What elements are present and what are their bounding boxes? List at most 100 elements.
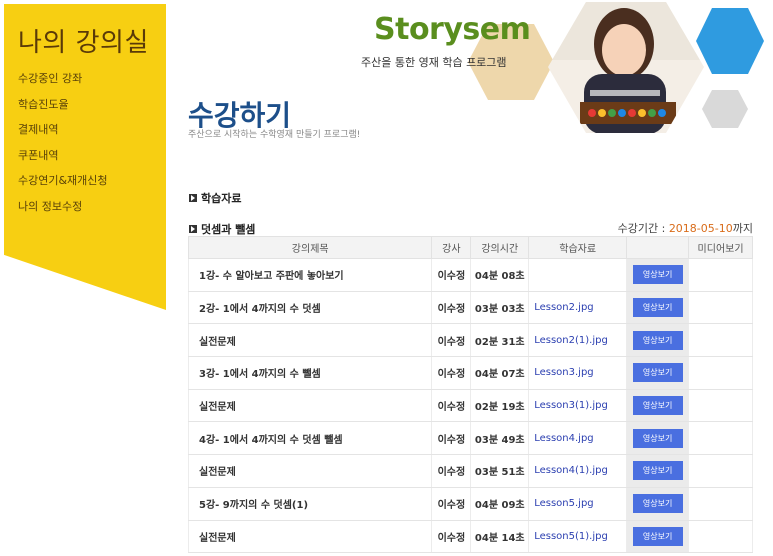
- video-button-cell: 영상보기: [626, 421, 690, 456]
- table-row: 1강- 수 알아보고 주판에 놓아보기 이수정 04분 08초 영상보기: [187, 258, 753, 292]
- lesson-material-cell: Lesson2.jpg: [528, 291, 628, 325]
- material-file-link[interactable]: Lesson3.jpg: [534, 367, 593, 378]
- sidebar-menu: 수강중인 강좌 학습진도율 결제내역 쿠폰내역 수강연기&재개신청 나의 정보수…: [18, 72, 108, 225]
- lesson-tutor: 이수정: [431, 520, 472, 554]
- lesson-material-cell: Lesson5.jpg: [528, 487, 628, 521]
- lesson-duration: 02분 31초: [470, 323, 530, 358]
- lesson-tutor: 이수정: [431, 421, 472, 456]
- video-button-cell: 영상보기: [626, 520, 690, 554]
- media-view-cell: [688, 487, 753, 521]
- column-header-time: 강의시간: [470, 236, 530, 259]
- lesson-title: 5강- 9까지의 수 덧셈(1): [187, 487, 433, 521]
- video-button-cell: 영상보기: [626, 356, 690, 390]
- media-view-cell: [688, 454, 753, 488]
- table-header-row: 강의제목 강사 강의시간 학습자료 미디어보기: [187, 236, 753, 259]
- table-row: 실전문제 이수정 02분 31초 Lesson2(1).jpg 영상보기: [187, 323, 753, 358]
- lesson-duration: 03분 03초: [470, 291, 530, 325]
- bullet-icon: [189, 225, 197, 233]
- sidebar-title: 나의 강의실: [18, 28, 149, 58]
- sidebar: 나의 강의실 수강중인 강좌 학습진도율 결제내역 쿠폰내역 수강연기&재개신청…: [0, 0, 170, 556]
- lesson-material-cell: Lesson5(1).jpg: [528, 520, 628, 554]
- lesson-title: 실전문제: [187, 323, 433, 358]
- lesson-tutor: 이수정: [431, 291, 472, 325]
- sidebar-item-coupons[interactable]: 쿠폰내역: [18, 149, 108, 175]
- media-view-cell: [688, 356, 753, 390]
- lesson-title: 실전문제: [187, 520, 433, 554]
- sidebar-item-payments[interactable]: 결제내역: [18, 123, 108, 149]
- lesson-duration: 04분 09초: [470, 487, 530, 521]
- lesson-title: 1강- 수 알아보고 주판에 놓아보기: [187, 258, 433, 292]
- sidebar-item-postpone[interactable]: 수강연기&재개신청: [18, 174, 108, 200]
- column-header-material: 학습자료: [528, 236, 628, 259]
- lesson-tutor: 이수정: [431, 258, 472, 292]
- watch-video-button[interactable]: 영상보기: [632, 265, 683, 285]
- media-view-cell: [688, 389, 753, 423]
- video-button-cell: 영상보기: [626, 454, 690, 488]
- lesson-material-cell: Lesson4.jpg: [528, 421, 628, 456]
- table-row: 실전문제 이수정 03분 51초 Lesson4(1).jpg 영상보기: [187, 454, 753, 488]
- table-row: 실전문제 이수정 04분 14초 Lesson5(1).jpg 영상보기: [187, 520, 753, 554]
- watch-video-button[interactable]: 영상보기: [632, 461, 683, 481]
- video-button-cell: 영상보기: [626, 389, 690, 423]
- watch-video-button[interactable]: 영상보기: [632, 298, 683, 318]
- sidebar-item-current-courses[interactable]: 수강중인 강좌: [18, 72, 108, 98]
- watch-video-button[interactable]: 영상보기: [632, 526, 683, 546]
- watch-video-button[interactable]: 영상보기: [632, 396, 683, 416]
- column-header-tutor: 강사: [431, 236, 472, 259]
- material-file-link[interactable]: Lesson5.jpg: [534, 498, 593, 509]
- page-header: Storysem 주산을 통한 영재 학습 프로그램 수강하기 주산으로 시작하…: [188, 0, 773, 145]
- lesson-material-cell: [528, 258, 628, 292]
- lesson-tutor: 이수정: [431, 323, 472, 358]
- video-button-cell: 영상보기: [626, 258, 690, 292]
- lesson-material-cell: Lesson4(1).jpg: [528, 454, 628, 488]
- material-file-link[interactable]: Lesson4.jpg: [534, 433, 593, 444]
- lesson-material-cell: Lesson3(1).jpg: [528, 389, 628, 423]
- lesson-duration: 04분 07초: [470, 356, 530, 390]
- material-file-link[interactable]: Lesson2.jpg: [534, 302, 593, 313]
- lesson-title: 4강- 1에서 4까지의 수 덧셈 뺄셈: [187, 421, 433, 456]
- storysem-logo: Storysem: [374, 12, 531, 47]
- lesson-tutor: 이수정: [431, 389, 472, 423]
- sidebar-item-profile[interactable]: 나의 정보수정: [18, 200, 108, 226]
- table-row: 실전문제 이수정 02분 19초 Lesson3(1).jpg 영상보기: [187, 389, 753, 423]
- column-header-title: 강의제목: [187, 236, 433, 259]
- video-button-cell: 영상보기: [626, 487, 690, 521]
- watch-video-button[interactable]: 영상보기: [632, 330, 683, 350]
- table-row: 3강- 1에서 4까지의 수 뺄셈 이수정 04분 07초 Lesson3.jpg 영상…: [187, 356, 753, 390]
- watch-video-button[interactable]: 영상보기: [632, 428, 683, 448]
- lesson-duration: 03분 49초: [470, 421, 530, 456]
- lesson-title: 2강- 1에서 4까지의 수 덧셈: [187, 291, 433, 325]
- lesson-tutor: 이수정: [431, 454, 472, 488]
- column-header-media: 미디어보기: [688, 236, 753, 259]
- hexagon-decoration-blue: [696, 8, 764, 74]
- material-file-link[interactable]: Lesson4(1).jpg: [534, 465, 608, 476]
- material-file-link[interactable]: Lesson3(1).jpg: [534, 400, 608, 411]
- lesson-table: 강의제목 강사 강의시간 학습자료 미디어보기 1강- 수 알아보고 주판에 놓…: [187, 236, 753, 554]
- lesson-duration: 02분 19초: [470, 389, 530, 423]
- watch-video-button[interactable]: 영상보기: [632, 494, 683, 514]
- lesson-material-cell: Lesson2(1).jpg: [528, 323, 628, 358]
- child-abacus-photo: [548, 2, 704, 133]
- lesson-duration: 04분 14초: [470, 520, 530, 554]
- media-view-cell: [688, 323, 753, 358]
- table-row: 4강- 1에서 4까지의 수 덧셈 뺄셈 이수정 03분 49초 Lesson4.jp…: [187, 421, 753, 456]
- media-view-cell: [688, 291, 753, 325]
- video-button-cell: 영상보기: [626, 291, 690, 325]
- lesson-title: 실전문제: [187, 454, 433, 488]
- watch-video-button[interactable]: 영상보기: [632, 363, 683, 383]
- table-row: 2강- 1에서 4까지의 수 덧셈 이수정 03분 03초 Lesson2.jpg 영상…: [187, 291, 753, 325]
- enrollment-period: 수강기간 : 2018-05-10까지: [617, 222, 753, 235]
- lesson-tutor: 이수정: [431, 487, 472, 521]
- lesson-title: 실전문제: [187, 389, 433, 423]
- lesson-duration: 03분 51초: [470, 454, 530, 488]
- page-subtitle: 주산으로 시작하는 수학영재 만들기 프로그램!: [188, 130, 361, 140]
- lesson-rows: 1강- 수 알아보고 주판에 놓아보기 이수정 04분 08초 영상보기 2강- 1에서…: [187, 258, 753, 554]
- material-file-link[interactable]: Lesson2(1).jpg: [534, 335, 608, 346]
- materials-heading: 학습자료: [189, 190, 241, 206]
- lesson-tutor: 이수정: [431, 356, 472, 390]
- lesson-material-cell: Lesson3.jpg: [528, 356, 628, 390]
- sidebar-item-progress[interactable]: 학습진도율: [18, 98, 108, 124]
- table-row: 5강- 9까지의 수 덧셈(1) 이수정 04분 09초 Lesson5.jpg 영상보…: [187, 487, 753, 521]
- hexagon-decoration-gray: [702, 90, 748, 128]
- material-file-link[interactable]: Lesson5(1).jpg: [534, 531, 608, 542]
